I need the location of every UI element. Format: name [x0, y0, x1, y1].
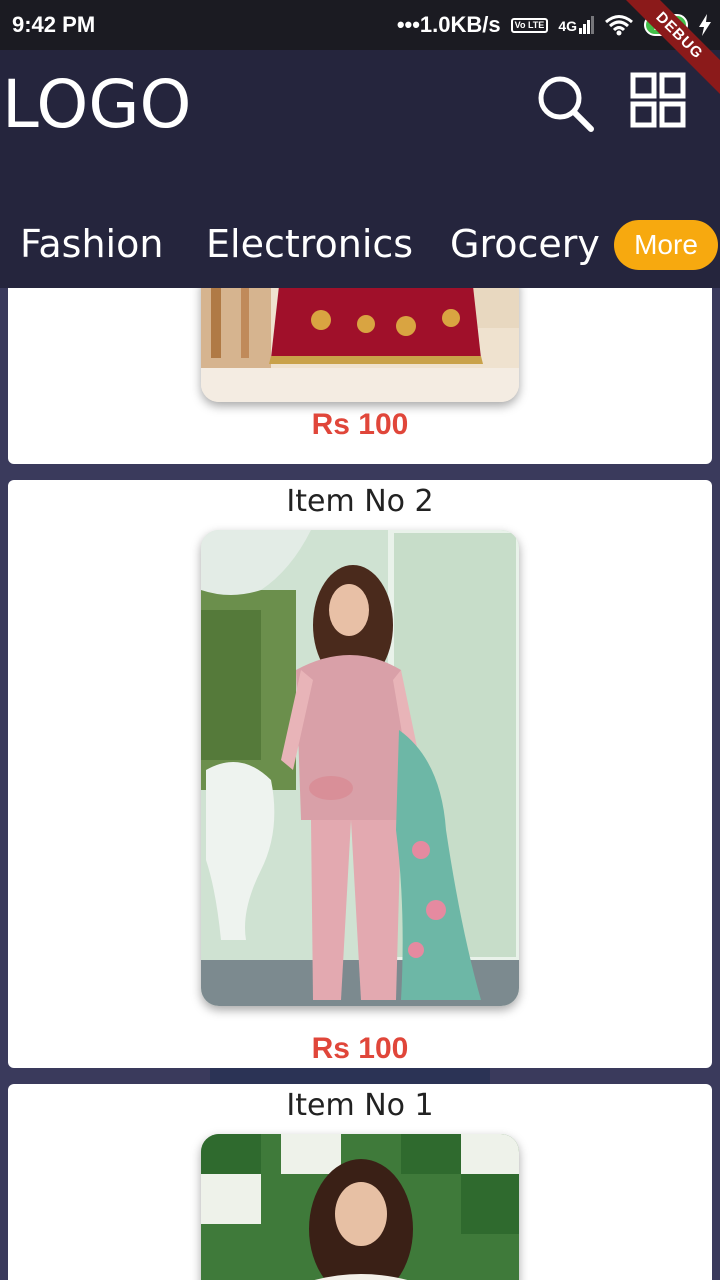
product-photo — [201, 288, 519, 402]
category-tabs: Fashion Electronics Grocery More — [0, 220, 720, 270]
product-price: Rs 100 — [311, 1032, 409, 1065]
product-card[interactable]: Rs 100 — [8, 288, 712, 464]
product-list[interactable]: Rs 100 Item No 2 Rs 100 Item No 1 — [0, 288, 720, 1280]
app-bar: LOGO Fashion Electronics Grocery More — [0, 50, 720, 288]
status-bar: 9:42 PM •••1.0KB/s Vo LTE 4G 100 — [0, 0, 720, 50]
product-image — [201, 530, 519, 1006]
volte-icon: Vo LTE — [510, 17, 549, 33]
logo[interactable]: LOGO — [2, 66, 191, 143]
wifi-icon — [605, 15, 633, 36]
product-title: Item No 1 — [286, 1088, 434, 1123]
product-card[interactable]: Item No 1 — [8, 1084, 712, 1280]
product-price: Rs 100 — [311, 408, 409, 441]
product-photo — [201, 530, 519, 1006]
signal-icon: 4G — [558, 16, 594, 34]
tab-fashion[interactable]: Fashion — [20, 220, 163, 268]
product-photo — [201, 1134, 519, 1280]
product-image — [201, 288, 519, 402]
product-image — [201, 1134, 519, 1280]
search-icon — [538, 76, 594, 132]
grid-view-button[interactable] — [630, 72, 686, 128]
product-card[interactable]: Item No 2 Rs 100 — [8, 480, 712, 1068]
product-title: Item No 2 — [286, 484, 434, 519]
network-speed: •••1.0KB/s — [396, 12, 501, 37]
search-button[interactable] — [536, 74, 594, 132]
more-button[interactable]: More — [614, 220, 718, 270]
tab-grocery[interactable]: Grocery — [450, 220, 600, 268]
signal-bars-icon — [579, 16, 594, 34]
status-time: 9:42 PM — [12, 12, 96, 37]
tab-electronics[interactable]: Electronics — [206, 220, 413, 268]
grid-icon — [630, 72, 686, 128]
signal-label: 4G — [558, 18, 577, 34]
charging-icon — [699, 14, 711, 36]
